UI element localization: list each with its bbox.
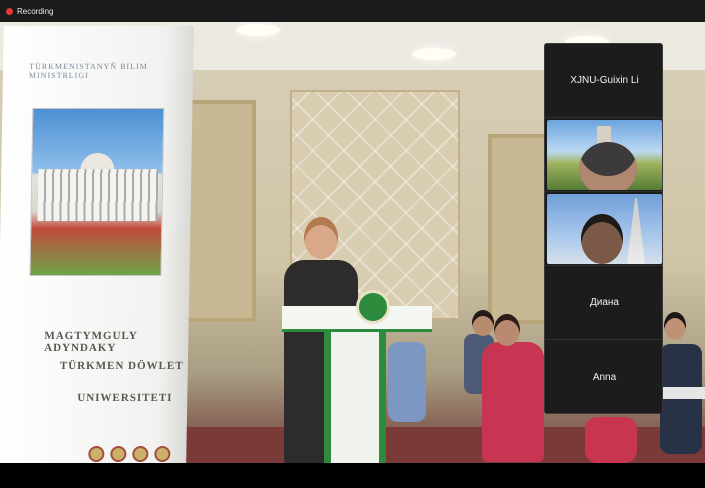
speaker-head	[304, 217, 338, 259]
emblem-icon	[110, 446, 127, 462]
participant-video	[547, 194, 662, 264]
recording-label: Recording	[17, 6, 54, 16]
podium-emblem-icon	[356, 290, 390, 324]
participant-name: Диана	[589, 297, 619, 308]
student-head	[494, 314, 520, 346]
banner-line-2: TÜRKMEN DÖWLET	[59, 360, 184, 372]
emblem-icon	[88, 446, 105, 462]
student-in-red-dress	[482, 342, 544, 462]
university-banner: TÜRKMENISTANYŇ BILIM MINISTRLIGI MAGTYMG…	[0, 26, 194, 463]
student-head	[472, 310, 494, 336]
banner-building-photo	[29, 108, 165, 276]
seated-man-head	[664, 312, 686, 340]
participant-name: XJNU-Guixin Li	[570, 75, 639, 86]
recording-indicator-bar: Recording	[0, 0, 705, 22]
student-in-red-dress	[585, 417, 637, 463]
seated-person	[388, 342, 426, 422]
banner-emblems	[88, 446, 171, 462]
banner-ministry-text: TÜRKMENISTANYŇ BILIM MINISTRLIGI	[28, 62, 148, 80]
participant-tile[interactable]: Anna	[545, 340, 662, 413]
banner-line-3: UNIWERSITETI	[77, 392, 173, 404]
bottom-black-bar	[0, 463, 705, 488]
participant-tile[interactable]: Диана	[545, 266, 662, 340]
seated-man	[660, 344, 702, 454]
banner-line-1: MAGTYMGULY ADYNDAKY	[44, 330, 138, 354]
participant-name: Anna	[592, 372, 617, 383]
participant-tile[interactable]: XJNU-Guixin Li	[545, 44, 662, 118]
table	[662, 387, 705, 399]
participant-video-tile[interactable]	[545, 192, 662, 266]
participant-face	[581, 214, 623, 264]
participant-video-tile[interactable]	[545, 118, 662, 192]
background-tower	[627, 198, 645, 264]
participant-video	[547, 120, 662, 190]
ceiling-light	[412, 48, 456, 60]
emblem-icon	[132, 446, 149, 462]
building-facade	[37, 169, 159, 221]
ceiling-light	[236, 24, 280, 36]
participant-face	[579, 142, 637, 190]
participant-panel[interactable]: XJNU-Guixin Li Диана Anna	[544, 43, 663, 414]
recording-dot-icon	[6, 7, 13, 15]
podium-stand	[324, 332, 386, 463]
emblem-icon	[154, 446, 171, 462]
